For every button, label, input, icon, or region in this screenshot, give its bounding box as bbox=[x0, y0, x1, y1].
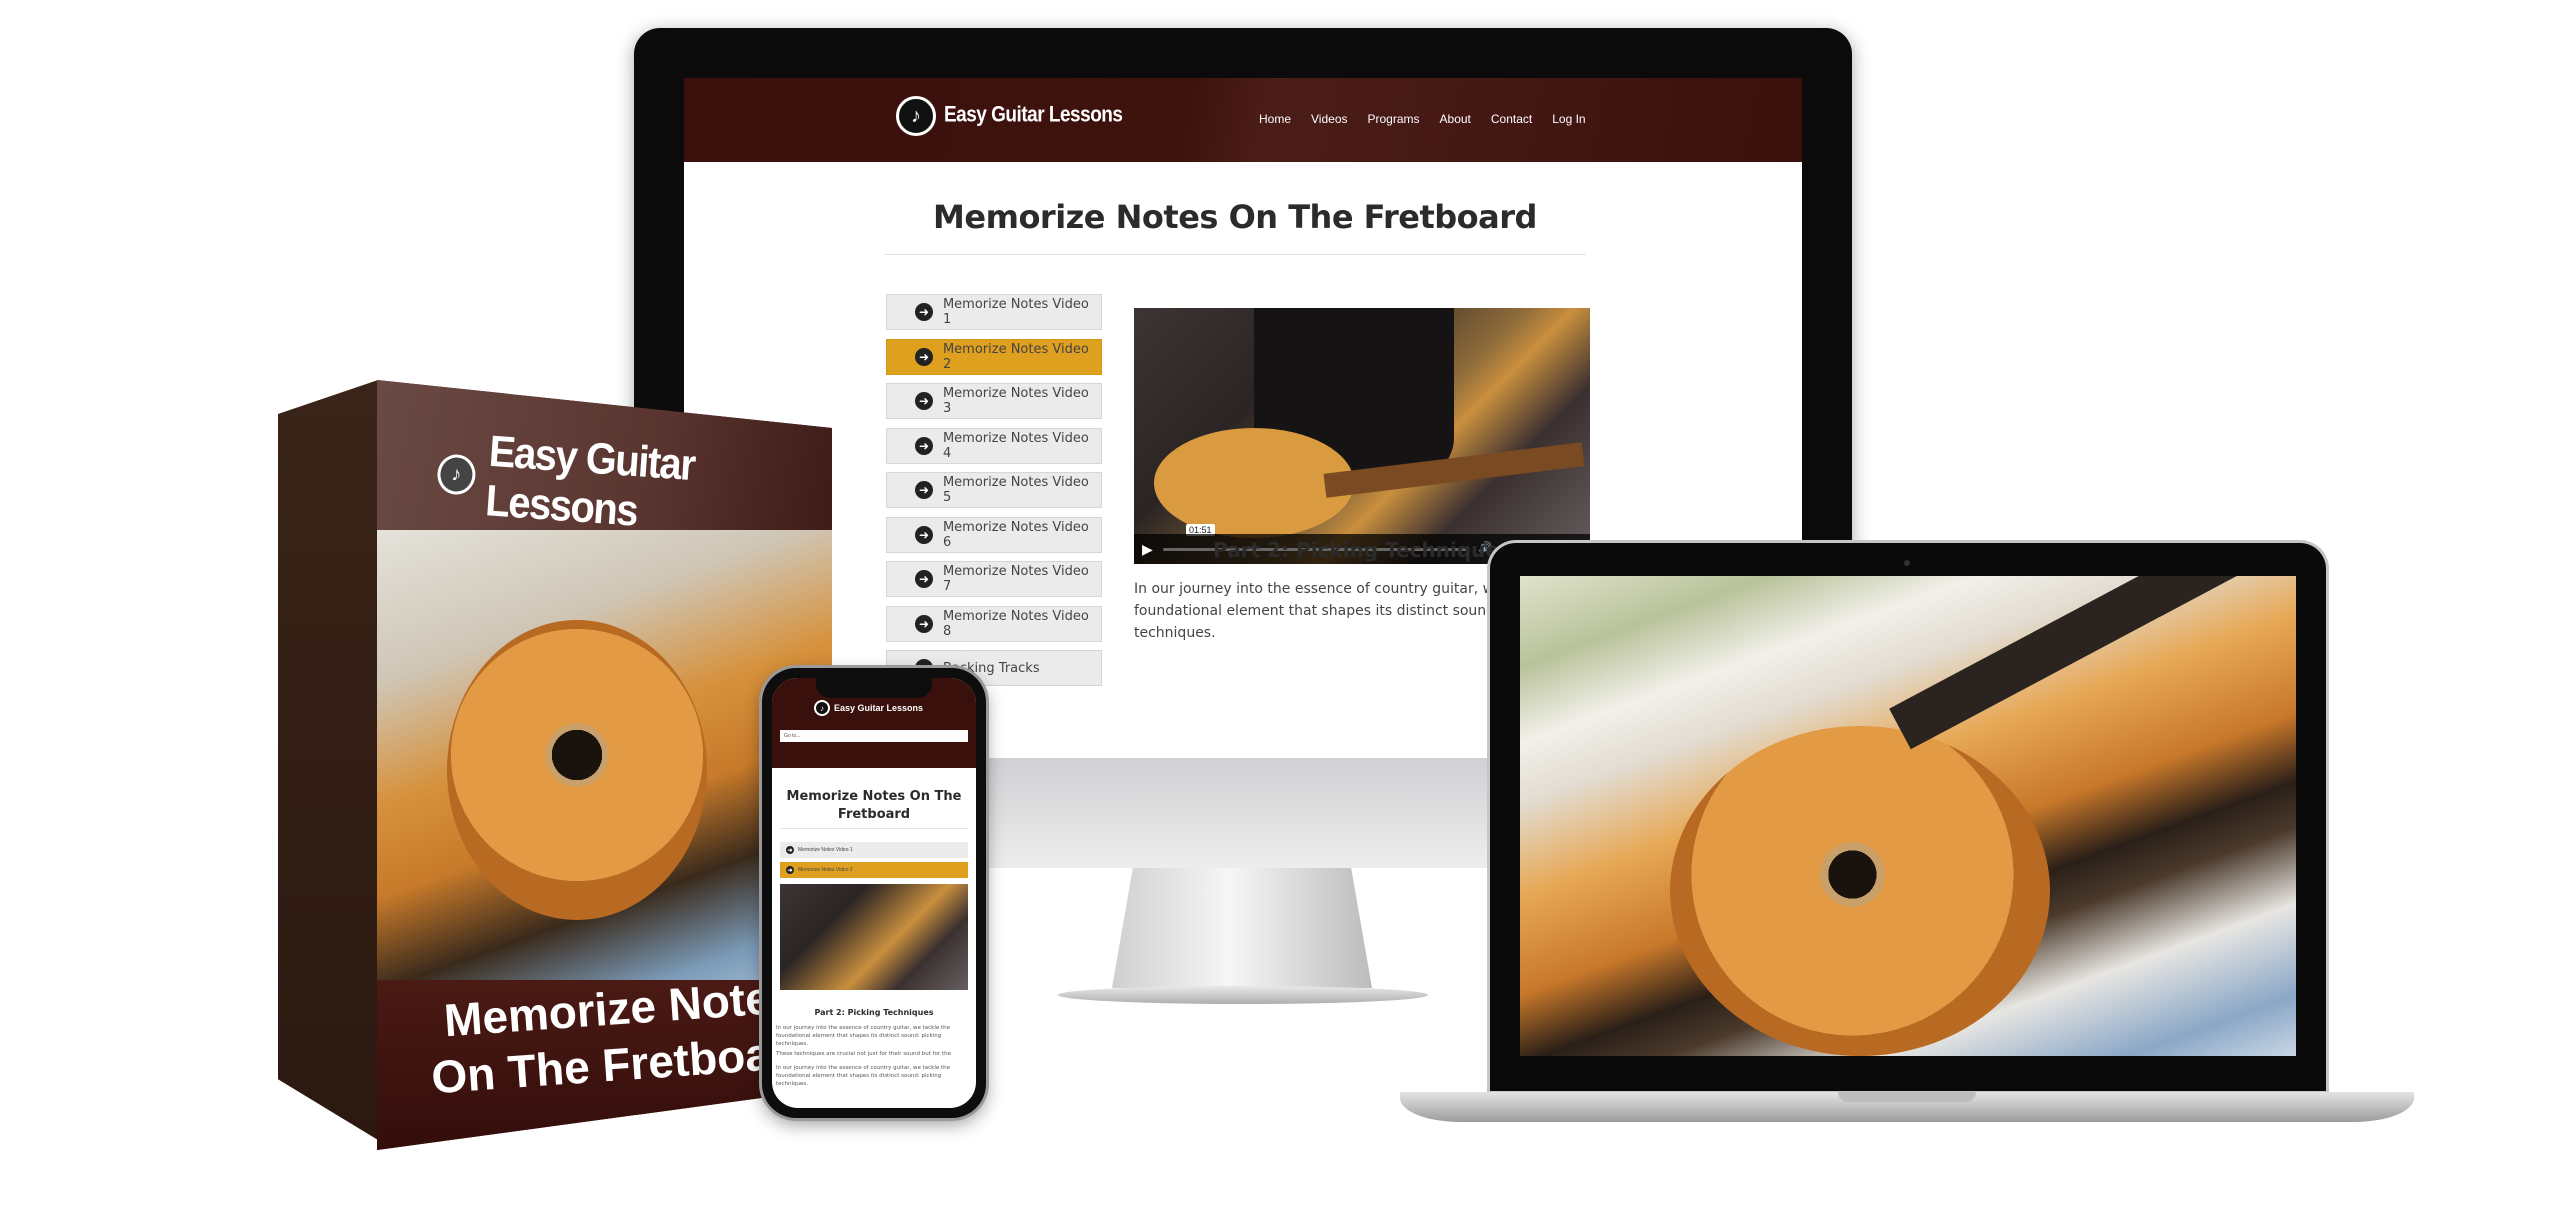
nav-videos[interactable]: Videos bbox=[1311, 112, 1347, 126]
brand-name: Easy Guitar Lessons bbox=[944, 103, 1123, 128]
phone-screen: ♪ Easy Guitar Lessons Go to... Memorize … bbox=[772, 678, 976, 1108]
monitor-stand bbox=[1112, 868, 1372, 988]
video-list-item[interactable]: ➜ Memorize Notes Video 7 bbox=[886, 561, 1102, 597]
box-guitar bbox=[447, 620, 707, 920]
video-list-label: Memorize Notes Video 5 bbox=[942, 475, 1089, 505]
mobile-logo[interactable]: ♪ Easy Guitar Lessons bbox=[814, 700, 923, 716]
laptop-screen-photo bbox=[1520, 576, 2296, 1056]
nav-login[interactable]: Log In bbox=[1552, 112, 1585, 126]
mobile-video-label: Memorize Notes Video 2 bbox=[798, 867, 853, 873]
mobile-divider bbox=[780, 828, 968, 829]
product-box-side bbox=[278, 380, 378, 1140]
arrow-right-icon: ➜ bbox=[915, 481, 933, 499]
video-list-label: Memorize Notes Video 1 bbox=[942, 297, 1089, 327]
title-divider bbox=[884, 254, 1586, 255]
nav-home[interactable]: Home bbox=[1259, 112, 1291, 126]
mobile-menu-select[interactable]: Go to... bbox=[780, 730, 968, 742]
video-list-item[interactable]: ➜ Memorize Notes Video 6 bbox=[886, 516, 1102, 553]
laptop-camera bbox=[1904, 560, 1910, 566]
arrow-right-icon: ➜ bbox=[915, 436, 933, 455]
video-list-item[interactable]: ➜ Memorize Notes Video 8 bbox=[886, 605, 1102, 642]
arrow-right-icon: ➜ bbox=[786, 866, 794, 874]
nav-contact[interactable]: Contact bbox=[1491, 112, 1532, 126]
guitar-headstock-icon: ♪ bbox=[896, 96, 936, 136]
nav-programs[interactable]: Programs bbox=[1368, 112, 1420, 126]
video-list: ➜ Memorize Notes Video 1 ➜ Memorize Notes V… bbox=[886, 294, 1102, 695]
video-player[interactable]: 01:51 ▶ 🔊 ㏄ ▤ ⚙ ▭ ⛶ bbox=[1134, 308, 1590, 564]
guitar-headstock-icon: ♪ bbox=[814, 700, 830, 716]
mobile-video-item-active[interactable]: ➜ Memorize Notes Video 2 bbox=[780, 862, 968, 878]
arrow-right-icon: ➜ bbox=[915, 570, 933, 588]
arrow-right-icon: ➜ bbox=[915, 303, 933, 321]
phone-notch bbox=[816, 678, 932, 698]
mobile-paragraph-2: These techniques are crucial not just fo… bbox=[776, 1051, 951, 1057]
arrow-right-icon: ➜ bbox=[786, 846, 794, 854]
laptop-notch bbox=[1838, 1092, 1976, 1102]
arrow-right-icon: ➜ bbox=[915, 392, 933, 410]
monitor-foot bbox=[1058, 986, 1428, 1004]
mobile-header: ♪ Easy Guitar Lessons Go to... bbox=[772, 678, 976, 768]
arrow-right-icon: ➜ bbox=[915, 347, 933, 366]
nav-about[interactable]: About bbox=[1440, 112, 1471, 126]
video-list-item[interactable]: ➜ Memorize Notes Video 2 bbox=[886, 338, 1102, 375]
video-list-item[interactable]: ➜ Memorize Notes Video 4 bbox=[886, 427, 1102, 464]
video-list-label: Memorize Notes Video 6 bbox=[942, 519, 1089, 550]
video-list-label: Memorize Notes Video 3 bbox=[942, 386, 1089, 416]
mobile-video-label: Memorize Notes Video 1 bbox=[798, 847, 853, 853]
arrow-right-icon: ➜ bbox=[915, 614, 933, 633]
video-list-label: Memorize Notes Video 8 bbox=[942, 608, 1089, 639]
video-list-label: Memorize Notes Video 4 bbox=[942, 430, 1089, 461]
mobile-paragraph-3: In our journey into the essence of count… bbox=[776, 1065, 951, 1087]
mobile-video-item[interactable]: ➜ Memorize Notes Video 1 bbox=[780, 842, 968, 858]
guitar-neck bbox=[1889, 576, 2296, 750]
mobile-paragraph-1: In our journey into the essence of count… bbox=[776, 1025, 951, 1047]
video-list-item[interactable]: ➜ Memorize Notes Video 1 bbox=[886, 294, 1102, 330]
mobile-video-player[interactable] bbox=[780, 884, 968, 990]
arrow-right-icon: ➜ bbox=[915, 525, 933, 544]
video-list-label: Memorize Notes Video 7 bbox=[942, 564, 1089, 594]
site-logo[interactable]: ♪ Easy Guitar Lessons bbox=[896, 96, 1123, 136]
mobile-page-title: Memorize Notes On The Fretboard bbox=[786, 789, 962, 822]
guitar-headstock-icon: ♪ bbox=[436, 453, 477, 496]
page-title: Memorize Notes On The Fretboard bbox=[933, 198, 1537, 236]
main-nav: Home Videos Programs About Contact Log I… bbox=[1259, 112, 1586, 126]
mobile-section-heading: Part 2: Picking Techniques bbox=[814, 1008, 934, 1017]
mobile-brand: Easy Guitar Lessons bbox=[834, 703, 924, 713]
site-header: ♪ Easy Guitar Lessons Home Videos Progra… bbox=[684, 78, 1802, 162]
video-list-item[interactable]: ➜ Memorize Notes Video 3 bbox=[886, 383, 1102, 419]
video-list-label: Memorize Notes Video 2 bbox=[942, 341, 1089, 372]
guitar-body bbox=[1670, 726, 2050, 1056]
video-list-item[interactable]: ➜ Memorize Notes Video 5 bbox=[886, 472, 1102, 508]
